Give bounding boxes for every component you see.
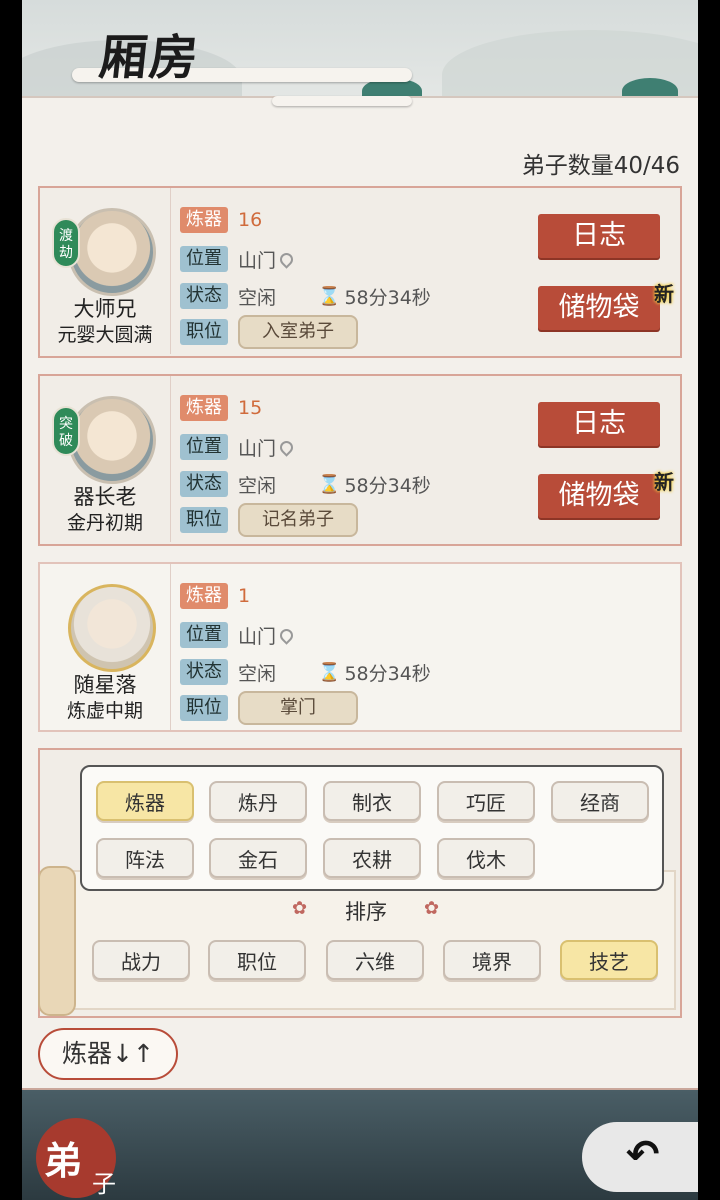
timer: 58分34秒 xyxy=(344,662,431,685)
location-pin-icon xyxy=(277,625,296,645)
disciple-name: 器长老 xyxy=(73,485,137,509)
timer: 58分34秒 xyxy=(344,286,431,309)
status-badge: 突破 xyxy=(52,406,80,456)
rank-row: 职位 掌门 xyxy=(180,691,358,725)
avatar[interactable] xyxy=(68,396,156,484)
status-label: 状态 xyxy=(180,659,228,685)
page-title: 厢房 xyxy=(96,30,203,86)
location-row: 位置 山门 xyxy=(180,245,296,273)
storage-bag-label: 储物袋 xyxy=(558,480,640,511)
disciple-count: 弟子数量40/46 xyxy=(521,153,680,179)
status-row: 状态 空闲 ⌛ 58分34秒 xyxy=(180,658,431,686)
filter-option-tailoring[interactable]: 制衣 xyxy=(323,781,421,821)
filter-option-logging[interactable]: 伐木 xyxy=(437,838,535,878)
location-label: 位置 xyxy=(180,622,228,648)
location-label: 位置 xyxy=(180,246,228,272)
location-row: 位置 山门 xyxy=(180,621,296,649)
rank-label: 职位 xyxy=(180,695,228,721)
location-value: 山门 xyxy=(238,249,277,272)
disciple-realm: 元婴大圆满 xyxy=(57,324,153,346)
storage-bag-button[interactable]: 储物袋 新 xyxy=(538,282,674,330)
rank-value: 掌门 xyxy=(238,691,358,725)
skill-label: 炼器 xyxy=(180,583,228,609)
disciple-card[interactable]: 渡劫 大师兄 元婴大圆满 炼器 16 位置 山门 状态 空闲 ⌛ 58分34秒 … xyxy=(38,186,682,358)
sort-option-power[interactable]: 战力 xyxy=(92,940,190,980)
sort-toggle-button[interactable]: 炼器↓↑ xyxy=(38,1028,178,1080)
back-arrow-icon[interactable]: ↶ xyxy=(626,1132,660,1178)
seal-sub-text: 子 xyxy=(92,1170,116,1198)
disciple-realm: 炼虚中期 xyxy=(66,700,143,722)
scroll-decoration xyxy=(38,866,76,1016)
rank-row: 职位 入室弟子 xyxy=(180,315,358,349)
filter-option-alchemy[interactable]: 炼丹 xyxy=(209,781,307,821)
disciple-portrait-area: 突破 器长老 金丹初期 xyxy=(40,376,171,542)
storage-bag-button[interactable]: 储物袋 新 xyxy=(538,470,674,518)
new-tag: 新 xyxy=(654,282,674,306)
avatar[interactable] xyxy=(68,584,156,672)
skill-value: 16 xyxy=(238,209,263,231)
status-label: 状态 xyxy=(180,283,228,309)
status-label: 状态 xyxy=(180,471,228,497)
skill-row: 炼器 15 xyxy=(180,394,262,422)
filter-option-refining[interactable]: 炼器 xyxy=(96,781,194,821)
location-row: 位置 山门 xyxy=(180,433,296,461)
rank-row: 职位 记名弟子 xyxy=(180,503,358,537)
rank-value: 入室弟子 xyxy=(238,315,358,349)
filter-option-crafting[interactable]: 巧匠 xyxy=(437,781,535,821)
disciple-name: 大师兄 xyxy=(73,297,137,321)
sort-option-position[interactable]: 职位 xyxy=(208,940,306,980)
sort-title: 排序 xyxy=(345,900,387,924)
log-button[interactable]: 日志 xyxy=(538,402,660,446)
avatar[interactable] xyxy=(68,208,156,296)
sort-option-six-stats[interactable]: 六维 xyxy=(326,940,424,980)
rank-label: 职位 xyxy=(180,507,228,533)
filter-option-formation[interactable]: 阵法 xyxy=(96,838,194,878)
disciple-realm: 金丹初期 xyxy=(66,512,143,534)
disciple-card[interactable]: 突破 器长老 金丹初期 炼器 15 位置 山门 状态 空闲 ⌛ 58分34秒 职… xyxy=(38,374,682,546)
skill-label: 炼器 xyxy=(180,207,228,233)
title-plate: 厢房 xyxy=(97,18,270,88)
filter-option-farming[interactable]: 农耕 xyxy=(323,838,421,878)
location-value: 山门 xyxy=(238,625,277,648)
hourglass-icon: ⌛ xyxy=(318,661,341,683)
skill-label: 炼器 xyxy=(180,395,228,421)
status-badge: 渡劫 xyxy=(52,218,80,268)
disciple-portrait-area: 随星落 炼虚中期 xyxy=(40,564,171,730)
location-pin-icon xyxy=(277,249,296,269)
hourglass-icon: ⌛ xyxy=(318,473,341,495)
timer: 58分34秒 xyxy=(344,474,431,497)
flower-icon: ✿ xyxy=(424,898,440,919)
skill-row: 炼器 1 xyxy=(180,582,250,610)
status-value: 空闲 xyxy=(238,474,277,497)
flower-icon: ✿ xyxy=(292,898,308,919)
skill-row: 炼器 16 xyxy=(180,206,262,234)
status-row: 状态 空闲 ⌛ 58分34秒 xyxy=(180,470,431,498)
location-value: 山门 xyxy=(238,437,277,460)
seal-main-text: 弟 xyxy=(44,1138,83,1183)
location-pin-icon xyxy=(277,437,296,457)
filter-option-trading[interactable]: 经商 xyxy=(551,781,649,821)
title-scroll-bar xyxy=(272,96,412,106)
location-label: 位置 xyxy=(180,434,228,460)
new-tag: 新 xyxy=(654,470,674,494)
status-row: 状态 空闲 ⌛ 58分34秒 xyxy=(180,282,431,310)
rank-value: 记名弟子 xyxy=(238,503,358,537)
status-value: 空闲 xyxy=(238,286,277,309)
sort-option-skill[interactable]: 技艺 xyxy=(560,940,658,980)
filter-option-metalstone[interactable]: 金石 xyxy=(209,838,307,878)
storage-bag-label: 储物袋 xyxy=(558,292,640,323)
skill-value: 1 xyxy=(238,585,251,607)
sort-option-realm[interactable]: 境界 xyxy=(443,940,541,980)
hourglass-icon: ⌛ xyxy=(318,285,341,307)
status-value: 空闲 xyxy=(238,662,277,685)
skill-value: 15 xyxy=(238,397,263,419)
disciple-portrait-area: 渡劫 大师兄 元婴大圆满 xyxy=(40,188,171,354)
disciple-card[interactable]: 随星落 炼虚中期 炼器 1 位置 山门 状态 空闲 ⌛ 58分34秒 职位 掌门 xyxy=(38,562,682,732)
log-button[interactable]: 日志 xyxy=(538,214,660,258)
disciple-name: 随星落 xyxy=(73,673,137,697)
rank-label: 职位 xyxy=(180,319,228,345)
